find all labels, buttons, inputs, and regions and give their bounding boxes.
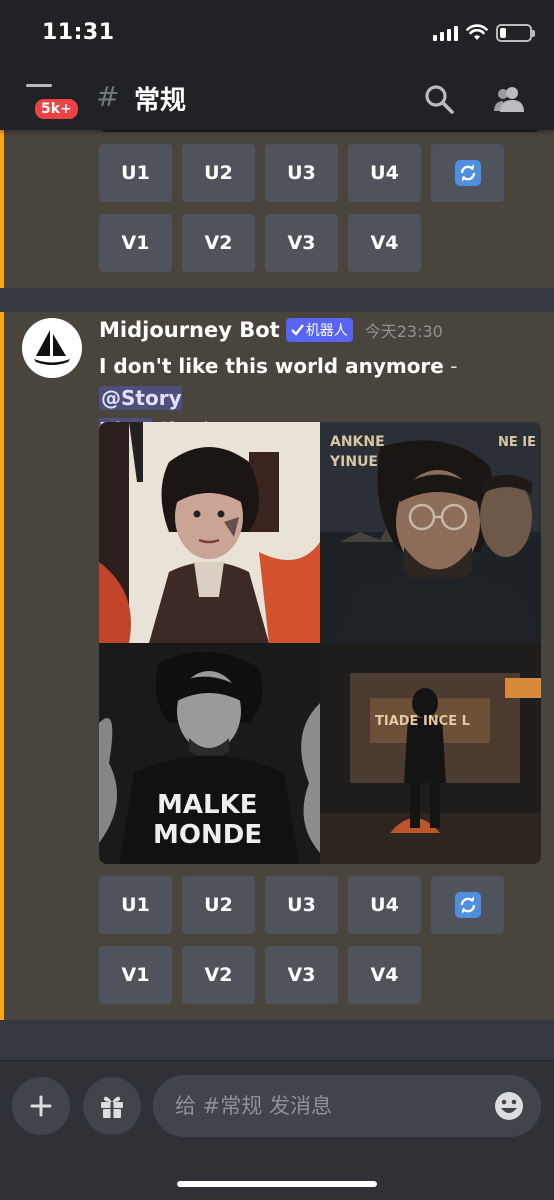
message-timestamp: 今天23:30 bbox=[364, 322, 443, 341]
unread-badge: 5k+ bbox=[32, 96, 81, 122]
author-name[interactable]: Midjourney Bot bbox=[99, 318, 280, 342]
battery-icon bbox=[496, 24, 535, 42]
tile2-text-right: NE IE bbox=[498, 435, 536, 450]
reroll-button[interactable] bbox=[431, 876, 504, 934]
previous-upscale-row: U1 U2 U3 U4 bbox=[99, 144, 504, 202]
tile4-sign-text: TIADE INCE L bbox=[375, 714, 470, 729]
v4-button[interactable]: V4 bbox=[348, 946, 421, 1004]
u2-button[interactable]: U2 bbox=[182, 876, 255, 934]
tile2-text-top: ANKNE bbox=[330, 434, 385, 450]
prev-v1-button[interactable]: V1 bbox=[99, 214, 172, 272]
prev-u1-button[interactable]: U1 bbox=[99, 144, 172, 202]
channel-header: 5k+ # 常规 bbox=[0, 68, 554, 130]
image-tile-3[interactable]: MALKE MONDE bbox=[99, 643, 320, 864]
prev-u3-button[interactable]: U3 bbox=[265, 144, 338, 202]
message-composer bbox=[0, 1060, 554, 1200]
upscale-row: U1 U2 U3 U4 bbox=[99, 876, 504, 934]
portrait-girl-image bbox=[99, 422, 320, 643]
author-line: Midjourney Bot 机器人 今天23:30 bbox=[99, 318, 443, 342]
mention-first: @Story bbox=[101, 386, 182, 410]
search-icon[interactable] bbox=[422, 82, 456, 116]
prompt-text: I don't like this world anymore bbox=[99, 354, 444, 378]
channel-name: 常规 bbox=[134, 86, 187, 116]
previous-message: U1 U2 U3 U4 V1 V2 V3 V4 bbox=[0, 130, 554, 288]
wifi-icon bbox=[466, 24, 488, 40]
gift-icon bbox=[101, 1096, 123, 1118]
image-tile-2[interactable]: ANKNE YINUE NE IE bbox=[320, 422, 541, 643]
refresh-icon bbox=[454, 892, 481, 918]
bot-message: Midjourney Bot 机器人 今天23:30 I don't like … bbox=[0, 312, 554, 1020]
attach-button[interactable] bbox=[12, 1077, 70, 1135]
u1-button[interactable]: U1 bbox=[99, 876, 172, 934]
street-scene-image: TIADE INCE L bbox=[320, 643, 541, 864]
message-input[interactable] bbox=[153, 1075, 541, 1137]
tile3-shirt-line1: MALKE bbox=[157, 790, 257, 820]
v3-button[interactable]: V3 bbox=[265, 946, 338, 1004]
cellular-signal-icon bbox=[433, 25, 458, 41]
status-bar: 11:31 bbox=[0, 0, 554, 68]
image-tile-4[interactable]: TIADE INCE L bbox=[320, 643, 541, 864]
bot-tag: 机器人 bbox=[285, 318, 353, 342]
channel-hash-icon: # bbox=[96, 80, 120, 113]
bot-tag-label: 机器人 bbox=[305, 323, 348, 339]
image-grid[interactable]: ANKNE YINUE NE IE MALKE MONDE TIADE INCE… bbox=[99, 422, 541, 864]
menu-button[interactable]: 5k+ bbox=[26, 82, 81, 122]
u3-button[interactable]: U3 bbox=[265, 876, 338, 934]
message-list[interactable]: U1 U2 U3 U4 V1 V2 V3 V4 Midjourney Bot 机… bbox=[0, 130, 554, 1060]
prev-u2-button[interactable]: U2 bbox=[182, 144, 255, 202]
v1-button[interactable]: V1 bbox=[99, 946, 172, 1004]
prev-v3-button[interactable]: V3 bbox=[265, 214, 338, 272]
home-indicator[interactable] bbox=[177, 1181, 377, 1187]
avatar[interactable] bbox=[22, 318, 82, 378]
midjourney-boat-icon bbox=[34, 330, 70, 365]
portrait-hoodie-image: MALKE MONDE bbox=[99, 643, 320, 864]
emoji-icon[interactable] bbox=[493, 1090, 525, 1122]
prompt-separator: - bbox=[443, 354, 458, 378]
menu-icon bbox=[26, 84, 52, 87]
previous-image-edge bbox=[99, 130, 541, 132]
v2-button[interactable]: V2 bbox=[182, 946, 255, 1004]
verified-check-icon bbox=[290, 324, 304, 336]
status-icons bbox=[433, 24, 535, 42]
status-time: 11:31 bbox=[42, 20, 115, 45]
tile3-shirt-line2: MONDE bbox=[153, 820, 262, 850]
variation-row: V1 V2 V3 V4 bbox=[99, 946, 421, 1004]
image-tile-1[interactable] bbox=[99, 422, 320, 643]
prev-v2-button[interactable]: V2 bbox=[182, 214, 255, 272]
prev-reroll-button[interactable] bbox=[431, 144, 504, 202]
plus-icon bbox=[30, 1095, 52, 1117]
prev-v4-button[interactable]: V4 bbox=[348, 214, 421, 272]
u4-button[interactable]: U4 bbox=[348, 876, 421, 934]
refresh-icon bbox=[454, 160, 481, 186]
portrait-men-image: ANKNE YINUE NE IE bbox=[320, 422, 541, 643]
prev-u4-button[interactable]: U4 bbox=[348, 144, 421, 202]
previous-variation-row: V1 V2 V3 V4 bbox=[99, 214, 421, 272]
gift-button[interactable] bbox=[83, 1077, 141, 1135]
members-icon[interactable] bbox=[492, 82, 526, 116]
tile2-text-sub: YINUE bbox=[329, 454, 378, 470]
